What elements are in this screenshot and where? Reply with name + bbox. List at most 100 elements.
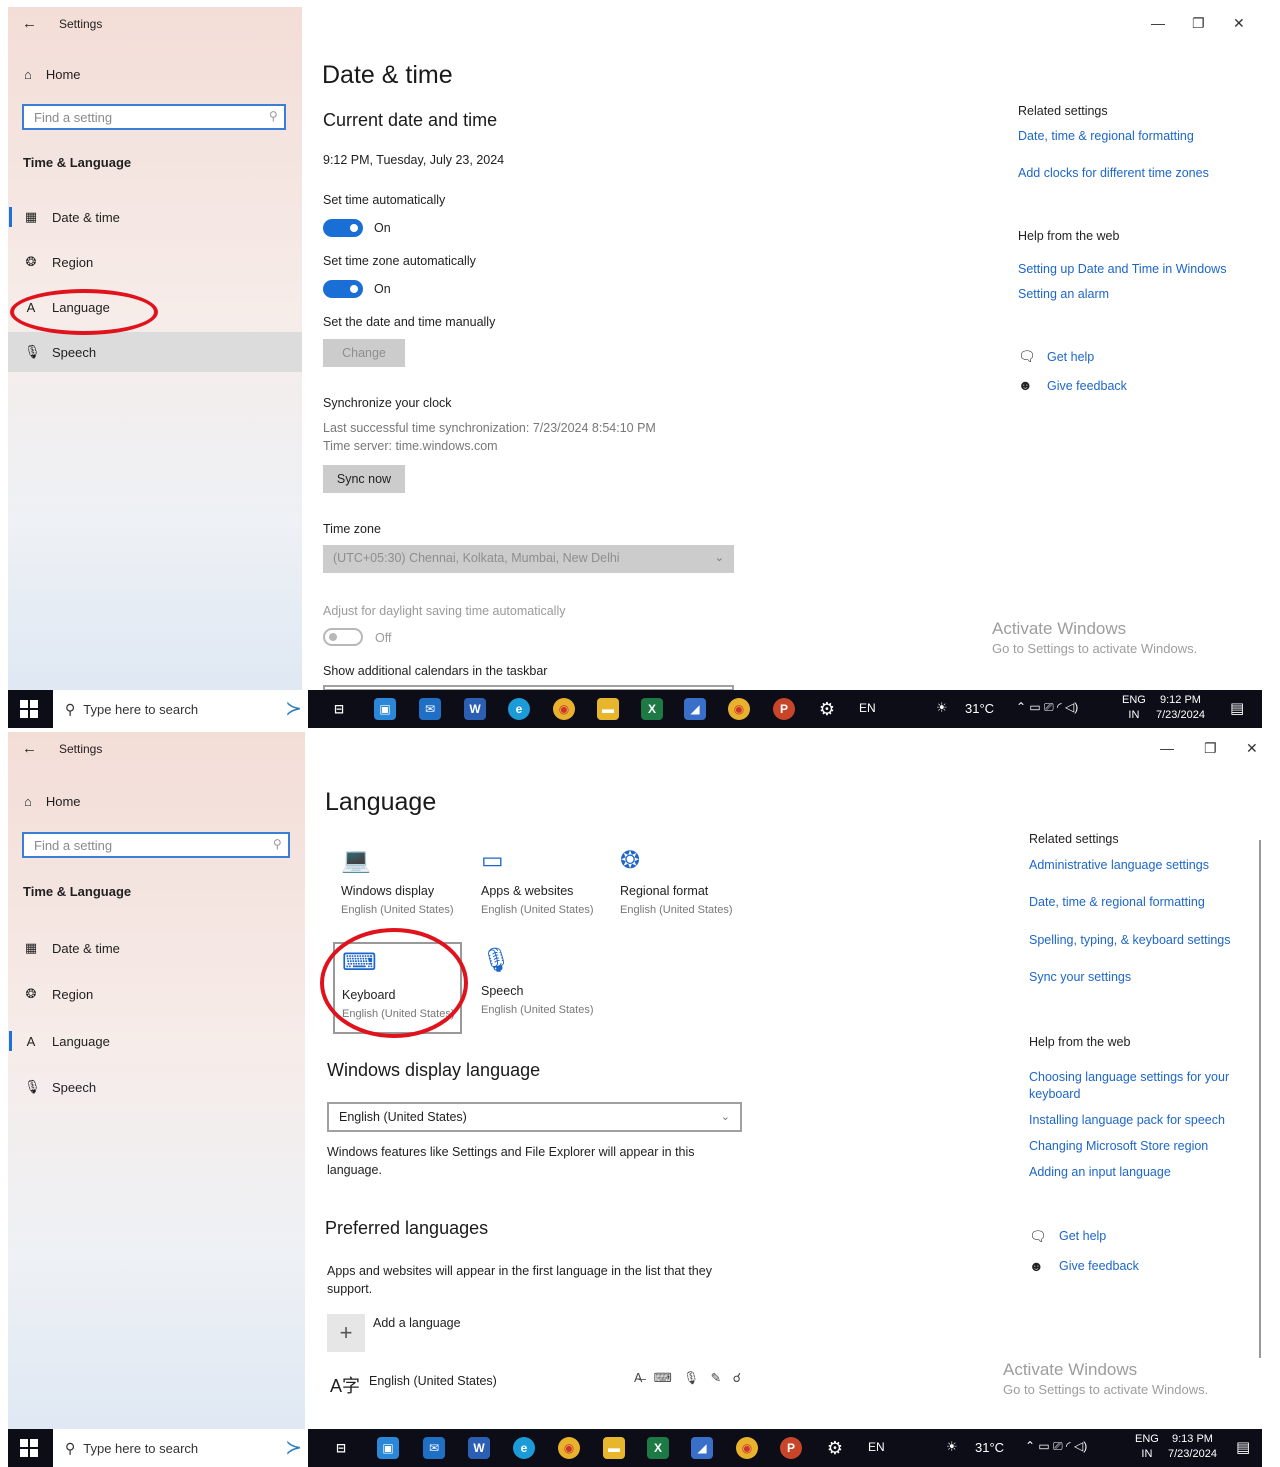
sidebar-item-region[interactable]: ❂ Region (8, 242, 302, 282)
task-view-icon[interactable]: ⊟ (328, 698, 350, 720)
link-setting-alarm[interactable]: Setting an alarm (1018, 287, 1109, 301)
dolphin-search-art-icon: ≻ (285, 698, 302, 720)
notes-icon[interactable]: ◢ (691, 1437, 713, 1459)
settings-window-language: ← Settings ⌂ Home Find a setting ⚲ Time … (8, 732, 1262, 1467)
store-icon[interactable]: ▣ (374, 698, 396, 720)
timezone-dropdown[interactable]: (UTC+05:30) Chennai, Kolkata, Mumbai, Ne… (323, 545, 734, 573)
close-button[interactable]: ✕ (1246, 740, 1258, 757)
nav-home[interactable]: ⌂ Home (24, 794, 81, 809)
mail-icon[interactable]: ✉ (423, 1437, 445, 1459)
tray-icons[interactable]: ⌃ ▭ ⎚ ◜ ◁) (1025, 1439, 1087, 1454)
settings-gear-icon[interactable]: ⚙ (816, 698, 838, 720)
give-feedback-link[interactable]: Give feedback (1059, 1259, 1139, 1273)
set-time-auto-toggle[interactable] (323, 219, 363, 237)
set-tz-auto-toggle[interactable] (323, 280, 363, 298)
dst-toggle[interactable] (323, 628, 363, 646)
display-language-dropdown[interactable]: English (United States) ⌄ (327, 1102, 742, 1132)
link-admin-language[interactable]: Administrative language settings (1029, 858, 1209, 872)
word-icon[interactable]: W (468, 1437, 490, 1459)
input-language-indicator[interactable]: EN (868, 1440, 885, 1454)
chrome-icon[interactable]: ◉ (558, 1437, 580, 1459)
tray-icons[interactable]: ⌃ ▭ ⎚ ◜ ◁) (1016, 700, 1078, 715)
scrollbar[interactable] (1259, 840, 1261, 1358)
weather-temp[interactable]: 31°C (965, 701, 994, 716)
powerpoint-icon[interactable]: P (780, 1437, 802, 1459)
link-spelling-typing-keyboard[interactable]: Spelling, typing, & keyboard settings (1029, 933, 1231, 947)
link-choosing-keyboard-language[interactable]: Choosing language settings for your keyb… (1029, 1069, 1249, 1103)
find-setting-input[interactable]: Find a setting ⚲ (22, 104, 286, 130)
start-button[interactable] (20, 1439, 38, 1457)
powerpoint-icon[interactable]: P (773, 698, 795, 720)
get-help-link[interactable]: Get help (1047, 350, 1094, 364)
excel-icon[interactable]: X (641, 698, 663, 720)
start-button[interactable] (20, 700, 38, 718)
language-switcher[interactable]: ENG IN (1135, 1432, 1159, 1462)
language-switcher[interactable]: ENG IN (1122, 693, 1146, 723)
tile-speech[interactable]: 🎙 Speech English (United States) (481, 946, 611, 1036)
edge-icon[interactable]: e (508, 698, 530, 720)
excel-icon[interactable]: X (647, 1437, 669, 1459)
edge-icon[interactable]: e (513, 1437, 535, 1459)
chrome-icon[interactable]: ◉ (553, 698, 575, 720)
microphone-icon: 🎙 (24, 1079, 41, 1094)
file-explorer-icon[interactable]: ▬ (603, 1437, 625, 1459)
feedback-icon: ☻ (1029, 1258, 1044, 1274)
word-icon[interactable]: W (464, 698, 486, 720)
sidebar-item-date-time[interactable]: ▦ Date & time (8, 197, 302, 237)
change-button[interactable]: Change (323, 339, 405, 367)
weather-icon[interactable]: ☀ (946, 1439, 958, 1455)
find-setting-input[interactable]: Find a setting ⚲ (22, 832, 290, 858)
sidebar-item-language[interactable]: A Language (8, 1021, 305, 1061)
chrome-profile-icon[interactable]: ◉ (728, 698, 750, 720)
weather-icon[interactable]: ☀ (936, 700, 948, 716)
restore-button[interactable]: ❐ (1204, 740, 1217, 757)
back-arrow-icon[interactable]: ← (22, 15, 37, 32)
tile-regional-format[interactable]: ❂ Regional format English (United States… (620, 846, 750, 936)
notification-center-icon[interactable]: ▤ (1230, 699, 1244, 717)
link-add-clocks[interactable]: Add clocks for different time zones (1018, 166, 1209, 180)
nav-home[interactable]: ⌂ Home (24, 67, 81, 82)
weather-temp[interactable]: 31°C (975, 1440, 1004, 1455)
input-language-indicator[interactable]: EN (859, 701, 876, 715)
tile-apps-websites[interactable]: ▭ Apps & websites English (United States… (481, 846, 611, 936)
add-language-plus-icon[interactable]: + (327, 1314, 365, 1352)
task-view-icon[interactable]: ⊟ (330, 1437, 352, 1459)
tile-windows-display[interactable]: 💻 Windows display English (United States… (341, 846, 471, 936)
link-adding-input-language[interactable]: Adding an input language (1029, 1165, 1171, 1179)
sidebar-item-speech[interactable]: 🎙 Speech (8, 332, 302, 372)
give-feedback-link[interactable]: Give feedback (1047, 379, 1127, 393)
minimize-button[interactable]: — (1151, 15, 1165, 31)
highlight-ring-keyboard (320, 928, 468, 1038)
link-date-time-regional[interactable]: Date, time & regional formatting (1018, 129, 1194, 143)
link-store-region[interactable]: Changing Microsoft Store region (1029, 1139, 1208, 1153)
add-language-link[interactable]: Add a language (373, 1316, 461, 1330)
clock[interactable]: 9:12 PM 7/23/2024 (1156, 693, 1205, 723)
taskbar: ⚲ Type here to search ≻ ⊟ ▣ ✉ W e ◉ ▬ X … (8, 690, 1262, 728)
preferred-language-entry[interactable]: English (United States) (369, 1374, 497, 1388)
notification-center-icon[interactable]: ▤ (1236, 1438, 1250, 1456)
sidebar-item-speech[interactable]: 🎙 Speech (8, 1067, 305, 1107)
sidebar-item-region[interactable]: ❂ Region (8, 974, 305, 1014)
chrome-profile-icon[interactable]: ◉ (736, 1437, 758, 1459)
minimize-button[interactable]: — (1160, 740, 1174, 756)
taskbar-search[interactable]: ⚲ Type here to search ≻ (53, 1429, 308, 1467)
link-date-time-regional[interactable]: Date, time & regional formatting (1029, 895, 1205, 909)
link-sync-settings[interactable]: Sync your settings (1029, 970, 1131, 984)
back-arrow-icon[interactable]: ← (22, 740, 37, 757)
link-language-pack-speech[interactable]: Installing language pack for speech (1029, 1113, 1225, 1127)
notes-icon[interactable]: ◢ (684, 698, 706, 720)
file-explorer-icon[interactable]: ▬ (597, 698, 619, 720)
get-help-link[interactable]: Get help (1059, 1229, 1106, 1243)
close-button[interactable]: ✕ (1233, 15, 1245, 32)
settings-gear-icon[interactable]: ⚙ (824, 1437, 846, 1459)
store-icon[interactable]: ▣ (377, 1437, 399, 1459)
link-setting-up-date-time[interactable]: Setting up Date and Time in Windows (1018, 262, 1226, 276)
sync-now-button[interactable]: Sync now (323, 465, 405, 493)
preferred-languages-desc: Apps and websites will appear in the fir… (327, 1264, 712, 1296)
clock[interactable]: 9:13 PM 7/23/2024 (1168, 1432, 1217, 1462)
taskbar-search[interactable]: ⚲ Type here to search ≻ (53, 690, 308, 728)
restore-button[interactable]: ❐ (1192, 15, 1205, 32)
mail-icon[interactable]: ✉ (419, 698, 441, 720)
dst-state: Off (375, 631, 392, 645)
sidebar-item-date-time[interactable]: ▦ Date & time (8, 928, 305, 968)
